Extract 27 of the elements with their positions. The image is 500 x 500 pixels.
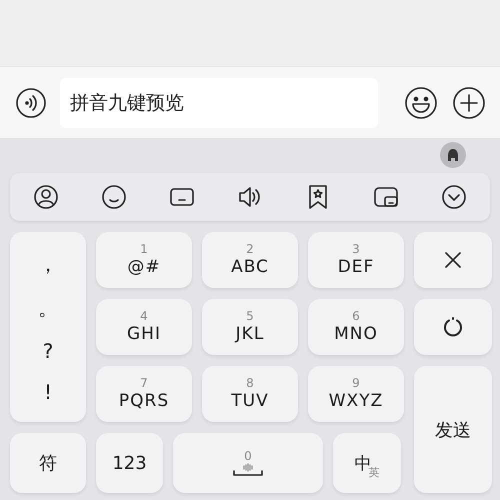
symbols-key[interactable]: 符 — [10, 433, 86, 493]
message-input-field[interactable]: 拼音九键预览 — [60, 78, 378, 128]
letter-key[interactable]: 1 @# — [96, 232, 192, 288]
letter-key[interactable]: 8 TUV — [202, 366, 298, 422]
letter-key[interactable]: 6 MNO — [308, 299, 404, 355]
space-bar-icon — [230, 463, 266, 477]
user-icon — [33, 184, 59, 210]
letter-key[interactable]: 5 JKL — [202, 299, 298, 355]
smile-icon — [101, 184, 127, 210]
punctuation-key[interactable]: ? — [32, 336, 64, 364]
letter-key[interactable]: 2 ABC — [202, 232, 298, 288]
letter-key[interactable]: 3 DEF — [308, 232, 404, 288]
letter-key[interactable]: 9 WXYZ — [308, 366, 404, 422]
keyboard-skin-badge[interactable] — [440, 142, 466, 168]
punctuation-key[interactable]: ， — [28, 248, 68, 280]
circle-icon — [442, 316, 464, 338]
numbers-key[interactable]: 123 — [96, 433, 163, 493]
punctuation-key[interactable]: ! — [34, 378, 62, 406]
chevron-down-icon — [441, 184, 467, 210]
window-icon — [373, 184, 399, 210]
letter-key[interactable]: 7 PQRS — [96, 366, 192, 422]
reenter-key[interactable] — [414, 299, 492, 355]
punctuation-key[interactable]: 。 — [28, 292, 68, 324]
close-icon — [444, 251, 462, 269]
speaker-icon — [237, 184, 263, 210]
send-key[interactable]: 发送 — [414, 366, 492, 493]
letter-key[interactable]: 4 GHI — [96, 299, 192, 355]
